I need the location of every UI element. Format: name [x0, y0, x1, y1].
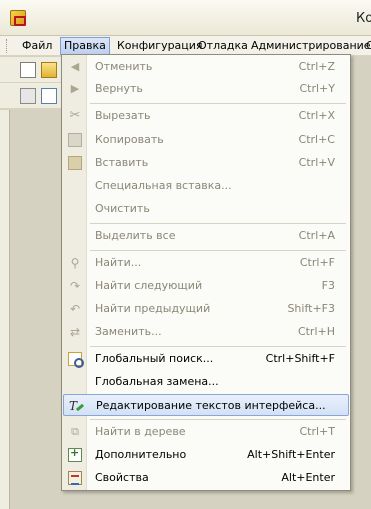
menu-item-cut[interactable]: ✂ Вырезать Ctrl+X: [63, 105, 349, 127]
menu-item-shortcut: Ctrl+Y: [299, 82, 335, 95]
menu-item-shortcut: Ctrl+F: [299, 256, 335, 269]
title-bar: Ко: [0, 0, 371, 36]
menu-item-shortcut: Ctrl+T: [299, 425, 335, 438]
menu-item-label: Вернуть: [95, 82, 143, 95]
menu-item-label: Редактирование текстов интерфейса...: [96, 399, 326, 412]
menu-item-label: Вырезать: [95, 109, 151, 122]
paste-icon: [68, 156, 82, 170]
configuration-toolbar: [0, 83, 62, 109]
menu-item-undo[interactable]: ◀ Отменить Ctrl+Z: [63, 56, 349, 78]
menu-bar: Файл Правка Конфигурация Отладка Админис…: [0, 36, 371, 56]
open-folder-icon[interactable]: [41, 62, 57, 78]
new-document-icon[interactable]: [20, 62, 36, 78]
edit-interface-texts-icon: T: [69, 399, 83, 413]
menu-item-label: Дополнительно: [95, 448, 187, 461]
edit-menu-dropdown: ◀ Отменить Ctrl+Z ▶ Вернуть Ctrl+Y ✂ Выр…: [61, 54, 351, 491]
document-icon[interactable]: [20, 88, 36, 104]
menu-item-label: Заменить...: [95, 325, 162, 338]
menu-separator: [90, 346, 346, 347]
menu-item-redo[interactable]: ▶ Вернуть Ctrl+Y: [63, 78, 349, 100]
find-in-tree-icon: ⧉: [71, 425, 79, 438]
menu-item-shortcut: Shift+F3: [287, 302, 335, 315]
menu-configuration[interactable]: Конфигурация: [114, 37, 206, 55]
menu-item-replace[interactable]: ⇄ Заменить... Ctrl+H: [63, 321, 349, 343]
menu-debug[interactable]: Отладка: [195, 37, 251, 55]
menu-item-shortcut: Ctrl+Shift+F: [265, 352, 335, 365]
menu-item-shortcut: Ctrl+C: [298, 133, 335, 146]
menu-item-edit-interface-texts[interactable]: T Редактирование текстов интерфейса...: [63, 394, 349, 416]
find-previous-icon: ↶: [69, 302, 81, 316]
workspace-side-panel: [0, 110, 10, 509]
menu-service[interactable]: С: [363, 37, 371, 55]
menu-item-label: Отменить: [95, 60, 153, 73]
global-search-icon: [68, 352, 84, 368]
menu-item-shortcut: Ctrl+X: [298, 109, 335, 122]
window-title: Ко: [356, 11, 371, 26]
menu-administration[interactable]: Администрирование: [248, 37, 371, 55]
properties-icon: [68, 471, 82, 485]
menu-item-clear[interactable]: Очистить: [63, 198, 349, 220]
menu-separator: [90, 103, 346, 104]
menu-item-label: Специальная вставка...: [95, 179, 232, 192]
menu-item-find-previous[interactable]: ↶ Найти предыдущий Shift+F3: [63, 298, 349, 320]
menubar-grip[interactable]: [6, 39, 9, 53]
menu-item-shortcut: Ctrl+V: [298, 156, 335, 169]
app-logo-icon: [10, 10, 26, 26]
menu-separator: [90, 419, 346, 420]
menu-item-label: Глобальная замена...: [95, 375, 219, 388]
menu-item-find[interactable]: ⚲ Найти... Ctrl+F: [63, 252, 349, 274]
menu-item-label: Выделить все: [95, 229, 176, 242]
copy-icon: [68, 133, 82, 147]
menu-item-shortcut: Ctrl+H: [297, 325, 335, 338]
standard-toolbar: [0, 57, 62, 83]
menu-item-label: Очистить: [95, 202, 150, 215]
menu-item-shortcut: F3: [321, 279, 335, 292]
undo-icon: ◀: [70, 60, 80, 73]
menu-item-properties[interactable]: Свойства Alt+Enter: [63, 467, 349, 489]
search-icon: ⚲: [70, 256, 80, 270]
menu-item-label: Найти предыдущий: [95, 302, 211, 315]
menu-edit[interactable]: Правка: [60, 37, 110, 55]
menu-item-global-replace[interactable]: Глобальная замена...: [63, 371, 349, 393]
redo-icon: ▶: [70, 82, 80, 95]
menu-item-additional[interactable]: Дополнительно Alt+Shift+Enter: [63, 444, 349, 466]
menu-item-shortcut: Ctrl+A: [298, 229, 335, 242]
menu-item-label: Копировать: [95, 133, 164, 146]
replace-icon: ⇄: [69, 325, 81, 339]
menu-item-find-next[interactable]: ↷ Найти следующий F3: [63, 275, 349, 297]
menu-file[interactable]: Файл: [19, 37, 55, 55]
menu-item-paste[interactable]: Вставить Ctrl+V: [63, 152, 349, 174]
menu-item-label: Найти следующий: [95, 279, 203, 292]
find-next-icon: ↷: [69, 279, 81, 293]
menu-separator: [90, 250, 346, 251]
menu-item-find-in-tree[interactable]: ⧉ Найти в дереве Ctrl+T: [63, 421, 349, 443]
menu-item-select-all[interactable]: Выделить все Ctrl+A: [63, 225, 349, 247]
additional-icon: [68, 446, 82, 462]
menu-item-label: Свойства: [95, 471, 149, 484]
menu-item-label: Вставить: [95, 156, 149, 169]
menu-item-shortcut: Alt+Enter: [281, 471, 335, 484]
menu-item-copy[interactable]: Копировать Ctrl+C: [63, 129, 349, 151]
table-icon[interactable]: [41, 88, 57, 104]
menu-separator: [90, 223, 346, 224]
menu-item-paste-special[interactable]: Специальная вставка...: [63, 175, 349, 197]
scissors-icon: ✂: [69, 108, 81, 123]
menu-item-shortcut: Alt+Shift+Enter: [247, 448, 335, 461]
menu-item-global-search[interactable]: Глобальный поиск... Ctrl+Shift+F: [63, 348, 349, 370]
menu-item-label: Глобальный поиск...: [95, 352, 214, 365]
menu-item-shortcut: Ctrl+Z: [298, 60, 335, 73]
menu-item-label: Найти в дереве: [95, 425, 186, 438]
menu-item-label: Найти...: [95, 256, 142, 269]
